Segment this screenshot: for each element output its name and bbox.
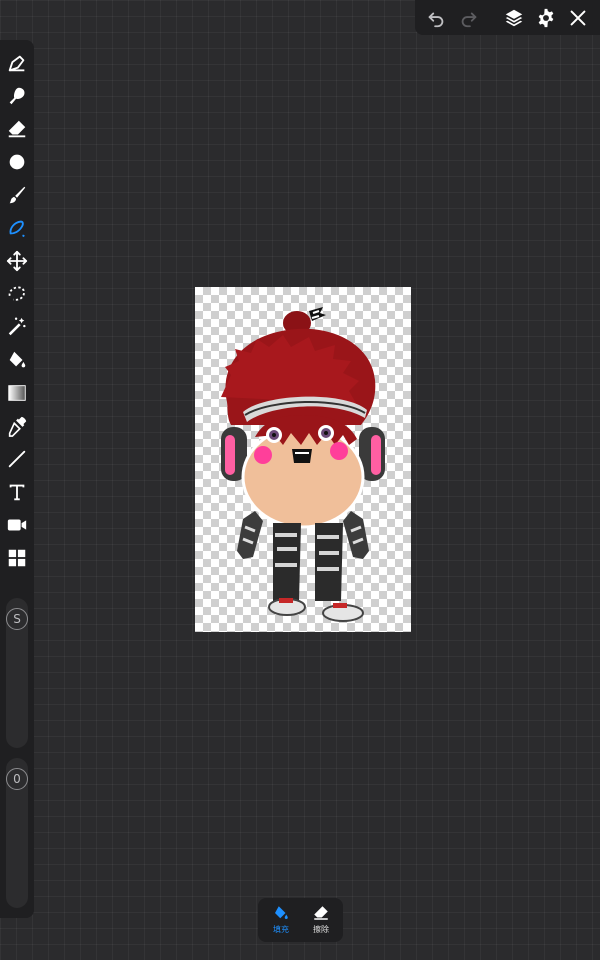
circle-icon[interactable] [6, 151, 28, 173]
move-icon[interactable] [6, 250, 28, 272]
top-toolbar [415, 0, 600, 35]
drawing-canvas[interactable] [195, 287, 411, 632]
gradient-icon[interactable] [6, 382, 28, 404]
lasso-pen-icon[interactable] [6, 217, 28, 239]
fill-bucket-icon [275, 906, 288, 919]
brush-size-knob[interactable]: S [6, 608, 28, 630]
settings-icon[interactable] [535, 7, 557, 29]
line-icon[interactable] [6, 448, 28, 470]
erase-label: 擦除 [313, 925, 329, 934]
opacity-knob[interactable]: 0 [6, 768, 28, 790]
left-toolbar: S 0 [0, 40, 34, 918]
lasso-select-icon[interactable] [6, 283, 28, 305]
fill-label: 填充 [273, 925, 289, 934]
redo-icon[interactable] [458, 7, 480, 29]
grid-icon[interactable] [6, 547, 28, 569]
undo-icon[interactable] [425, 7, 447, 29]
video-icon[interactable] [6, 514, 28, 536]
text-icon[interactable] [6, 481, 28, 503]
magic-wand-icon[interactable] [6, 316, 28, 338]
fill-button[interactable]: 填充 [264, 904, 298, 938]
close-icon[interactable] [567, 7, 589, 29]
erase-button[interactable]: 擦除 [304, 904, 338, 938]
brush-icon[interactable] [6, 184, 28, 206]
eraser-icon[interactable] [6, 118, 28, 140]
smudge-icon[interactable] [6, 85, 28, 107]
character-artwork [221, 307, 385, 622]
brush-size-slider[interactable]: S [6, 598, 28, 748]
opacity-slider[interactable]: 0 [6, 758, 28, 908]
fill-bucket-icon[interactable] [6, 349, 28, 371]
layers-icon[interactable] [503, 7, 525, 29]
bottom-toolbar: 填充 擦除 [258, 898, 343, 942]
eraser-icon [314, 906, 328, 920]
eyedropper-icon[interactable] [6, 415, 28, 437]
pen-icon[interactable] [6, 52, 28, 74]
